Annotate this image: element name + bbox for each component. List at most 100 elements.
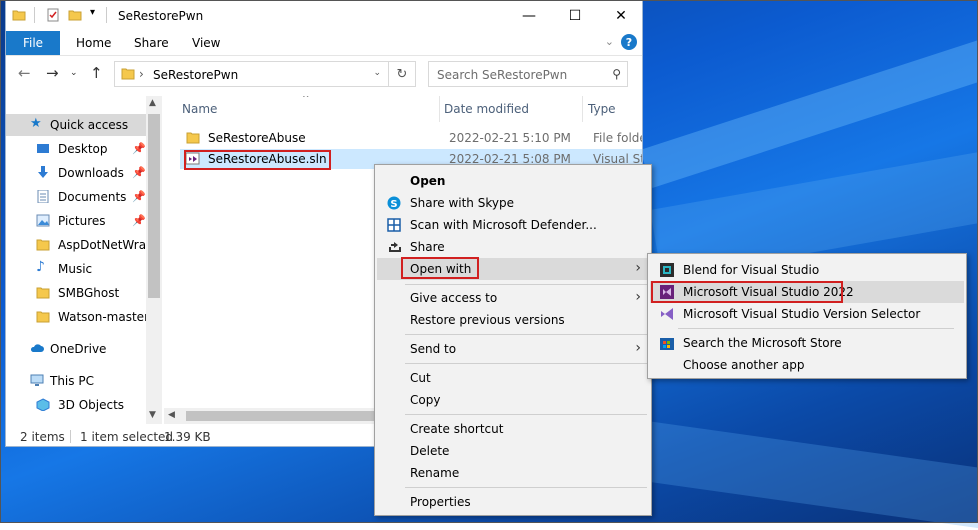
minimize-button[interactable]: — <box>506 1 552 31</box>
pin-icon[interactable]: 📌 <box>132 142 146 155</box>
menu-item-label: Delete <box>410 444 450 458</box>
menu-item-label: Choose another app <box>683 358 805 372</box>
selection-size: 1.39 KB <box>164 430 211 444</box>
sidebar-item-music[interactable]: ♪ Music <box>6 258 146 280</box>
sidebar-item-label: This PC <box>50 374 94 388</box>
sidebar-item-label: AspDotNetWrap <box>58 238 154 252</box>
menu-item-rename[interactable]: Rename <box>377 462 649 484</box>
menu-item-properties[interactable]: Properties <box>377 491 649 513</box>
visual-studio-icon <box>661 308 673 320</box>
menu-separator <box>405 487 647 488</box>
defender-shield-icon <box>387 218 401 232</box>
chevron-down-icon[interactable]: ⌄ <box>373 68 381 78</box>
column-type[interactable]: Type <box>588 102 616 116</box>
folder-icon <box>12 10 26 21</box>
maximize-button[interactable]: ☐ <box>552 1 598 31</box>
menu-item-label: Blend for Visual Studio <box>683 263 820 277</box>
sidebar-item-documents[interactable]: Documents 📌 <box>6 186 146 208</box>
menu-item-blend[interactable]: Blend for Visual Studio <box>650 259 964 281</box>
pin-icon[interactable]: 📌 <box>132 214 146 227</box>
menu-item-create-shortcut[interactable]: Create shortcut <box>377 418 649 440</box>
sidebar-item-label: 3D Objects <box>58 398 125 412</box>
menu-item-share[interactable]: Share <box>377 236 649 258</box>
sidebar-item-desktop[interactable]: Desktop 📌 <box>6 138 146 160</box>
menu-item-label: Open <box>410 174 446 188</box>
sidebar-item-pictures[interactable]: Pictures 📌 <box>6 210 146 232</box>
menu-item-scan-defender[interactable]: Scan with Microsoft Defender... <box>377 214 649 236</box>
sidebar-item-3d-objects[interactable]: 3D Objects <box>6 394 146 416</box>
tab-home[interactable]: Home <box>76 36 111 50</box>
customize-qat-icon[interactable]: ▾ <box>90 7 95 18</box>
expand-ribbon-icon[interactable]: ⌄ <box>605 35 614 48</box>
menu-item-label: Share <box>410 240 445 254</box>
column-name[interactable]: Name <box>182 102 217 116</box>
scroll-up-icon[interactable]: ▲ <box>149 98 156 108</box>
computer-icon <box>30 374 44 386</box>
sidebar-item-aspdotnetwrap[interactable]: AspDotNetWrap <box>6 234 154 256</box>
properties-check-icon[interactable] <box>46 8 60 22</box>
column-divider[interactable] <box>582 96 583 122</box>
back-arrow-icon[interactable]: ← <box>18 64 31 82</box>
item-count: 2 items <box>20 430 65 444</box>
search-icon[interactable]: ⚲ <box>612 67 621 81</box>
column-divider[interactable] <box>439 96 440 122</box>
address-bar[interactable]: › SeRestorePwn ⌄ ↻ <box>114 61 416 87</box>
menu-item-give-access[interactable]: Give access to › <box>377 287 649 309</box>
chevron-right-icon[interactable]: › <box>139 67 144 81</box>
scroll-left-icon[interactable]: ◀ <box>168 410 175 420</box>
tab-file[interactable]: File <box>6 31 60 55</box>
wallpaper-beam <box>631 420 978 530</box>
refresh-button[interactable]: ↻ <box>388 62 415 86</box>
menu-item-copy[interactable]: Copy <box>377 389 649 411</box>
tab-share[interactable]: Share <box>134 36 169 50</box>
sidebar-item-label: Quick access <box>50 118 129 132</box>
menu-item-label: Give access to <box>410 291 498 305</box>
tab-view[interactable]: View <box>192 36 220 50</box>
help-icon[interactable]: ? <box>621 34 637 50</box>
window-title: SeRestorePwn <box>118 9 204 23</box>
skype-icon: S <box>387 196 401 210</box>
menu-item-choose-another-app[interactable]: Choose another app <box>650 354 964 376</box>
pin-icon[interactable]: 📌 <box>132 190 146 203</box>
sidebar-item-smbghost[interactable]: SMBGhost <box>6 282 146 304</box>
new-folder-icon[interactable] <box>68 8 82 22</box>
file-date: 2022-02-21 5:10 PM <box>449 131 571 145</box>
scrollbar-thumb[interactable] <box>148 114 160 298</box>
cloud-icon <box>30 344 44 352</box>
sidebar-scrollbar[interactable]: ▲ ▼ <box>146 96 162 424</box>
menu-item-restore-versions[interactable]: Restore previous versions <box>377 309 649 331</box>
sidebar-item-watson-master[interactable]: Watson-master <box>6 306 149 328</box>
sidebar-item-downloads[interactable]: Downloads 📌 <box>6 162 146 184</box>
menu-item-label: Copy <box>410 393 441 407</box>
menu-item-send-to[interactable]: Send to › <box>377 338 649 360</box>
open-with-submenu: Blend for Visual Studio Microsoft Visual… <box>647 253 967 379</box>
up-arrow-icon[interactable]: ↑ <box>90 64 103 82</box>
menu-item-vs-version-selector[interactable]: Microsoft Visual Studio Version Selector <box>650 303 964 325</box>
scroll-down-icon[interactable]: ▼ <box>149 410 156 420</box>
recent-locations-icon[interactable]: ⌄ <box>70 68 78 78</box>
menu-item-delete[interactable]: Delete <box>377 440 649 462</box>
folder-icon <box>36 287 50 299</box>
menu-item-cut[interactable]: Cut <box>377 367 649 389</box>
sidebar-item-quick-access[interactable]: ★ Quick access <box>6 114 146 136</box>
close-button[interactable]: ✕ <box>598 1 644 31</box>
search-input[interactable] <box>435 67 599 83</box>
pin-icon[interactable]: 📌 <box>132 166 146 179</box>
menu-item-search-store[interactable]: Search the Microsoft Store <box>650 332 964 354</box>
table-row[interactable]: SeRestoreAbuse 2022-02-21 5:10 PM File f… <box>180 128 642 148</box>
document-icon <box>37 190 49 203</box>
menu-item-open[interactable]: Open <box>377 170 649 192</box>
music-note-icon: ♪ <box>36 259 45 275</box>
sidebar-item-this-pc[interactable]: This PC <box>6 370 146 392</box>
forward-arrow-icon[interactable]: → <box>46 64 59 82</box>
address-path[interactable]: SeRestorePwn <box>153 68 238 82</box>
pictures-icon <box>36 214 50 227</box>
search-box[interactable]: ⚲ <box>428 61 628 87</box>
menu-item-share-with-skype[interactable]: S Share with Skype <box>377 192 649 214</box>
blend-icon <box>660 263 674 277</box>
column-date-modified[interactable]: Date modified <box>444 102 529 116</box>
menu-separator <box>405 334 647 335</box>
folder-icon <box>36 239 50 251</box>
menu-item-label: Scan with Microsoft Defender... <box>410 218 597 232</box>
sidebar-item-onedrive[interactable]: OneDrive <box>6 338 146 360</box>
